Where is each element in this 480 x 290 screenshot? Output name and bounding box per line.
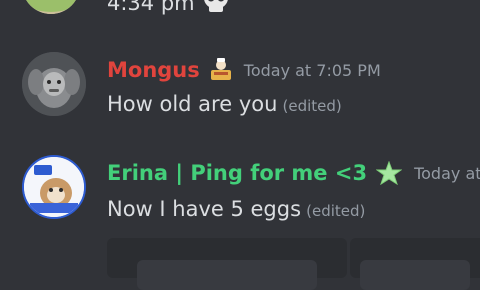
author-name[interactable]: Еrina | Ping for me <3 [107,161,367,185]
attachment-inner-2 [360,260,470,290]
avatar-image [24,157,84,217]
message-text: Now I have 5 eggs [107,197,302,221]
previous-message: 4:34 pm [0,0,480,22]
message-text: How old are you [107,92,278,116]
avatar-mongus[interactable] [22,52,86,116]
avatar-image [22,52,86,116]
skull-emoji-icon [201,0,231,20]
avatar-partial[interactable] [22,0,80,14]
avatar-image [22,0,80,14]
message-mongus[interactable]: Mongus Today at 7:05 PM How old are you … [0,52,480,122]
message-timestamp[interactable]: Today at [414,164,480,183]
cooking-icon [208,58,234,82]
message-timestamp[interactable]: Today at 7:05 PM [244,61,381,80]
star-icon [375,160,403,186]
author-name[interactable]: Mongus [107,58,200,82]
message-erina[interactable]: Еrina | Ping for me <3 Today at Now I ha… [0,155,480,225]
attachment-partial-2[interactable] [350,238,480,290]
message-timestamp-tail: 4:34 pm [107,0,195,15]
edited-label: (edited) [306,202,366,220]
avatar-erina[interactable] [22,155,86,219]
attachment-inner [137,260,317,290]
edited-label: (edited) [282,97,342,115]
attachment-partial[interactable] [107,238,347,290]
